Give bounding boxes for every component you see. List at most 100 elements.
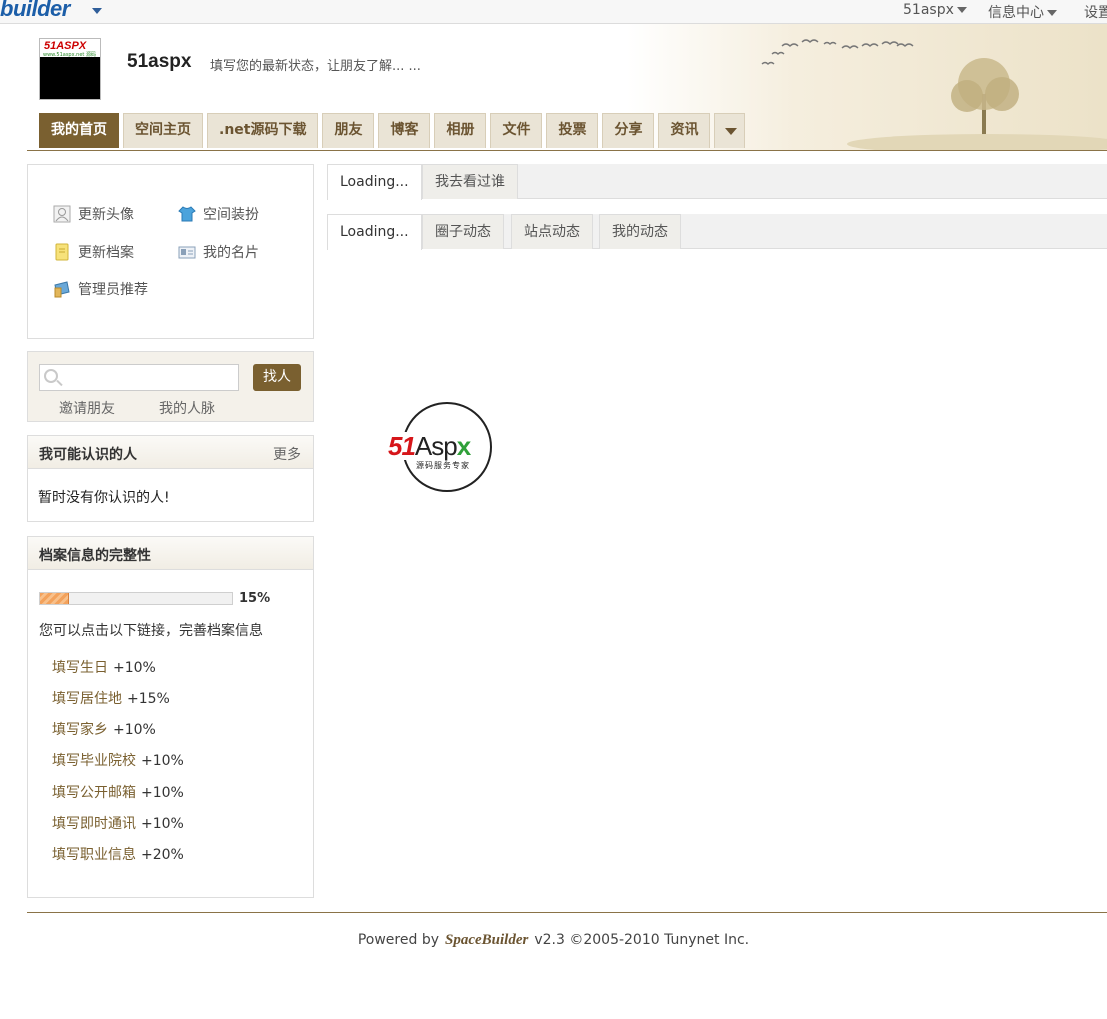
task-residence: 填写居住地 +15% xyxy=(52,688,170,708)
task-bonus: +20% xyxy=(141,847,184,863)
tab-group-activity[interactable]: 圈子动态 xyxy=(422,214,504,249)
my-card-label: 我的名片 xyxy=(203,245,259,261)
footer-brand-link[interactable]: SpaceBuilder xyxy=(445,932,528,948)
quick-actions-panel: 更新头像 空间装扮 更新档案 我的名片 管理员推荐 xyxy=(27,164,314,339)
user-menu[interactable]: 51aspx xyxy=(903,2,967,18)
shirt-icon xyxy=(178,205,196,223)
update-avatar-link[interactable]: 更新头像 xyxy=(53,204,134,224)
my-card-link[interactable]: 我的名片 xyxy=(178,242,259,262)
nav-more-button[interactable] xyxy=(714,113,746,148)
document-icon xyxy=(53,243,71,261)
flag-icon xyxy=(53,280,71,298)
user-menu-label: 51aspx xyxy=(903,2,954,18)
grass-icon xyxy=(847,134,1107,150)
status-input[interactable]: 填写您的最新状态，让朋友了解... ... xyxy=(210,55,421,74)
task-bonus: +10% xyxy=(113,660,156,676)
visitors-tabbar: Loading... 我去看过谁 xyxy=(327,164,1107,200)
invite-friends-link[interactable]: 邀请朋友 xyxy=(59,398,115,418)
search-input[interactable] xyxy=(39,364,239,391)
user-portrait-icon xyxy=(53,205,71,223)
chevron-down-icon xyxy=(725,128,738,135)
space-header: 51ASPX www.51aspx.net 源码 51aspx 填写您的最新状态… xyxy=(27,24,1107,151)
task-link[interactable]: 填写职业信息 xyxy=(52,847,136,863)
brand-logo[interactable]: builder xyxy=(0,0,70,22)
task-link[interactable]: 填写毕业院校 xyxy=(52,753,136,769)
nav-tab-source-download[interactable]: .net源码下载 xyxy=(207,113,319,148)
activity-tabbar: Loading... 圈子动态 站点动态 我的动态 xyxy=(327,214,1107,250)
tab-loading[interactable]: Loading... xyxy=(327,164,422,200)
task-link[interactable]: 填写公开邮箱 xyxy=(52,785,136,801)
more-link[interactable]: 更多 xyxy=(273,444,301,464)
chevron-down-icon xyxy=(1047,10,1057,16)
avatar-sub-text: www.51aspx.net 源码 xyxy=(43,52,96,58)
birds-icon xyxy=(761,39,914,65)
task-link[interactable]: 填写家乡 xyxy=(52,722,108,738)
username[interactable]: 51aspx xyxy=(127,51,191,73)
task-hometown: 填写家乡 +10% xyxy=(52,719,156,739)
nav-tab-space[interactable]: 空间主页 xyxy=(123,113,203,148)
top-bar: builder 51aspx 信息中心 设置 xyxy=(0,0,1107,24)
task-school: 填写毕业院校 +10% xyxy=(52,750,184,770)
admin-recommend-label: 管理员推荐 xyxy=(78,282,148,298)
task-bonus: +10% xyxy=(141,785,184,801)
profile-progress-value: 15% xyxy=(239,591,271,606)
find-people-panel: 找人 邀请朋友 我的人脉 xyxy=(27,351,314,422)
tab-site-activity[interactable]: 站点动态 xyxy=(511,214,593,249)
space-decorate-label: 空间装扮 xyxy=(203,207,259,223)
footer: Powered by SpaceBuilder v2.3 ©2005-2010 Tu… xyxy=(0,932,1107,949)
chevron-down-icon xyxy=(956,7,967,13)
my-connections-link[interactable]: 我的人脉 xyxy=(159,398,215,418)
task-link[interactable]: 填写即时通讯 xyxy=(52,816,136,832)
tab-loading[interactable]: Loading... xyxy=(327,214,422,250)
task-bonus: +10% xyxy=(141,753,184,769)
nav-tab-files[interactable]: 文件 xyxy=(490,113,543,148)
find-people-button[interactable]: 找人 xyxy=(253,364,301,391)
business-card-icon xyxy=(178,243,196,261)
search-icon xyxy=(44,369,58,383)
nav-tab-vote[interactable]: 投票 xyxy=(546,113,599,148)
footer-prefix: Powered by xyxy=(357,932,439,948)
update-profile-label: 更新档案 xyxy=(78,245,134,261)
task-email: 填写公开邮箱 +10% xyxy=(52,782,184,802)
nav-tab-album[interactable]: 相册 xyxy=(434,113,487,148)
avatar[interactable]: 51ASPX www.51aspx.net 源码 xyxy=(39,38,101,100)
panel-header: 档案信息的完整性 xyxy=(28,537,313,570)
task-im: 填写即时通讯 +10% xyxy=(52,813,184,833)
empty-message: 暂时没有你认识的人! xyxy=(38,490,170,506)
space-decorate-link[interactable]: 空间装扮 xyxy=(178,204,259,224)
task-birthday: 填写生日 +10% xyxy=(52,657,156,677)
profile-hint-text: 您可以点击以下链接，完善档案信息 xyxy=(39,623,263,639)
message-center-menu[interactable]: 信息中心 xyxy=(988,2,1057,22)
task-career: 填写职业信息 +20% xyxy=(52,844,184,864)
task-bonus: +10% xyxy=(113,722,156,738)
profile-progress-fill xyxy=(40,593,69,604)
nav-tab-home[interactable]: 我的首页 xyxy=(39,113,119,148)
nav-tab-share[interactable]: 分享 xyxy=(602,113,655,148)
nav-tab-blog[interactable]: 博客 xyxy=(378,113,431,148)
brand-dropdown-icon[interactable] xyxy=(92,8,102,14)
nav-tab-friends[interactable]: 朋友 xyxy=(322,113,375,148)
tab-visited[interactable]: 我去看过谁 xyxy=(422,164,518,199)
panel-title: 档案信息的完整性 xyxy=(39,548,151,564)
message-center-label: 信息中心 xyxy=(988,5,1044,21)
profile-completeness-panel: 档案信息的完整性 15% 您可以点击以下链接，完善档案信息 填写生日 +10% 填… xyxy=(27,536,314,898)
nav-tab-news[interactable]: 资讯 xyxy=(658,113,711,148)
main-nav: 我的首页 空间主页 .net源码下载 朋友 博客 相册 文件 投票 分享 资讯 xyxy=(39,113,749,150)
task-bonus: +15% xyxy=(127,691,170,707)
footer-copyright: v2.3 ©2005-2010 Tunynet Inc. xyxy=(534,932,750,948)
profile-progress-bar xyxy=(39,592,233,605)
task-bonus: +10% xyxy=(141,816,184,832)
task-link[interactable]: 填写居住地 xyxy=(52,691,122,707)
loading-logo: 51Aspx xyxy=(387,431,471,461)
panel-header: 我可能认识的人 更多 xyxy=(28,436,313,469)
settings-menu[interactable]: 设置 xyxy=(1084,2,1107,22)
tree-icon xyxy=(951,58,1019,138)
task-link[interactable]: 填写生日 xyxy=(52,660,108,676)
people-you-may-know-panel: 我可能认识的人 更多 暂时没有你认识的人! xyxy=(27,435,314,522)
update-profile-link[interactable]: 更新档案 xyxy=(53,242,134,262)
panel-title: 我可能认识的人 xyxy=(39,447,137,463)
loading-logo-tagline: 源码服务专家 xyxy=(416,461,470,470)
admin-recommend-link[interactable]: 管理员推荐 xyxy=(53,279,148,299)
footer-divider xyxy=(27,912,1107,913)
tab-my-activity[interactable]: 我的动态 xyxy=(599,214,681,249)
